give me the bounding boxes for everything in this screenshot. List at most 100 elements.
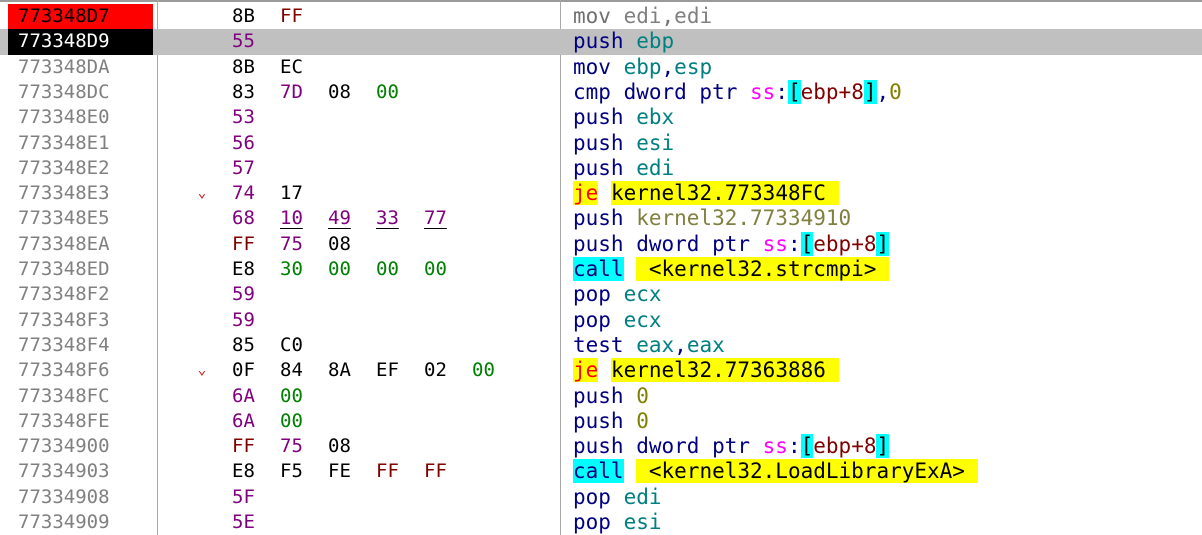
instruction-row[interactable]: 773348F6 ⌄ 0F 84 8A EF 02 00 je kernel32.7736388…	[0, 358, 1202, 383]
instruction-text[interactable]: push ebx	[573, 105, 674, 130]
instruction-text[interactable]: push esi	[573, 131, 674, 156]
opcode-byte: 75	[280, 435, 303, 458]
instruction-row[interactable]: 77334903 E8 F5 FE FF FF call <kernel32.LoadLib…	[0, 459, 1202, 484]
instruction-text[interactable]: je kernel32.77363886	[573, 358, 839, 383]
asm-token	[598, 181, 611, 205]
instruction-row[interactable]: 773348DA 8B EC mov ebp,esp	[0, 55, 1202, 80]
instruction-text[interactable]: mov ebp,esp	[573, 55, 712, 80]
instruction-address[interactable]: 773348ED	[8, 257, 153, 282]
instruction-text[interactable]: cmp dword ptr ss:[ebp+8],0	[573, 79, 902, 105]
instruction-row[interactable]: 773348D9 55 push ebp	[0, 29, 1202, 55]
instruction-text[interactable]: call <kernel32.strcmpi>	[573, 257, 890, 282]
instruction-address[interactable]: 77334909	[8, 510, 153, 535]
instruction-bytes: 5E	[232, 510, 280, 535]
instruction-address[interactable]: 773348F6	[8, 358, 153, 383]
instruction-row[interactable]: 773348E3 ⌄ 74 17 je kernel32.773348FC	[0, 181, 1202, 206]
instruction-text[interactable]: push kernel32.77334910	[573, 206, 851, 231]
asm-token: push	[573, 408, 637, 433]
opcode-byte: 77	[424, 207, 447, 230]
opcode-byte: EF	[376, 359, 399, 382]
asm-token: push	[573, 105, 637, 130]
instruction-row[interactable]: 773348FE 6A 00 push 0	[0, 409, 1202, 434]
asm-token: ]	[863, 79, 877, 104]
opcode-byte: 00	[376, 80, 399, 103]
opcode-byte: E8	[232, 460, 255, 483]
instruction-bytes: 59	[232, 308, 280, 333]
asm-token: 0	[889, 79, 902, 104]
instruction-row[interactable]: 77334909 5E pop esi	[0, 510, 1202, 535]
instruction-row[interactable]: 77334908 5F pop edi	[0, 485, 1202, 510]
instruction-address[interactable]: 773348FC	[8, 384, 153, 409]
instruction-address[interactable]: 773348E1	[8, 131, 153, 156]
instruction-address[interactable]: 77334908	[8, 485, 153, 510]
opcode-byte: EC	[280, 55, 303, 78]
asm-token: ebp	[636, 29, 675, 54]
instruction-address[interactable]: 773348F2	[8, 282, 153, 307]
instruction-text[interactable]: test eax,eax	[573, 333, 725, 358]
asm-token: mov	[573, 54, 624, 79]
instruction-row[interactable]: 773348F4 85 C0 test eax,eax	[0, 333, 1202, 358]
instruction-row[interactable]: 773348ED E8 30 00 00 00 call <kernel32.strcmpi…	[0, 257, 1202, 282]
instruction-address[interactable]: 773348DA	[8, 55, 153, 80]
instruction-text[interactable]: push dword ptr ss:[ebp+8]	[573, 434, 890, 459]
asm-token: ,	[661, 54, 675, 79]
opcode-byte: 0F	[232, 359, 255, 382]
instruction-address[interactable]: 773348E2	[8, 156, 153, 181]
instruction-text[interactable]: pop edi	[573, 485, 662, 510]
opcode-byte: FF	[424, 460, 447, 483]
instruction-address[interactable]: 773348F4	[8, 333, 153, 358]
instruction-text[interactable]: push 0	[573, 409, 649, 434]
opcode-byte: 7D	[280, 80, 303, 103]
asm-token: [	[800, 231, 814, 256]
instruction-address[interactable]: 773348DC	[8, 80, 153, 105]
instruction-address[interactable]: 773348F3	[8, 308, 153, 333]
opcode-byte: 74	[232, 182, 255, 205]
instruction-row[interactable]: 773348F2 59 pop ecx	[0, 282, 1202, 307]
instruction-address[interactable]: 773348EA	[8, 232, 153, 257]
instruction-address[interactable]: 773348E0	[8, 105, 153, 130]
instruction-row[interactable]: 773348E5 68 10 49 33 77 push kernel32.77334910	[0, 206, 1202, 231]
instruction-text[interactable]: push edi	[573, 156, 674, 181]
instruction-row[interactable]: 773348E2 57 push edi	[0, 156, 1202, 181]
instruction-address[interactable]: 773348FE	[8, 409, 153, 434]
asm-token: push	[573, 231, 637, 256]
asm-token: ,	[674, 332, 687, 357]
jump-arrow-icon[interactable]: ⌄	[194, 181, 210, 206]
instruction-row[interactable]: 773348D7 8B FF mov edi,edi	[0, 4, 1202, 30]
instruction-row[interactable]: 773348E0 53 push ebx	[0, 105, 1202, 130]
instruction-bytes: E8 30 00 00 00	[232, 257, 472, 282]
instruction-address[interactable]: 773348E5	[8, 206, 153, 231]
instruction-text[interactable]: pop ecx	[573, 282, 662, 307]
instruction-text[interactable]: mov edi,edi	[573, 4, 712, 29]
instruction-text[interactable]: je kernel32.773348FC	[573, 181, 839, 206]
instruction-bytes: 8B EC	[232, 55, 328, 80]
instruction-row[interactable]: 773348FC 6A 00 push 0	[0, 384, 1202, 409]
instruction-row[interactable]: 773348EA FF 75 08 push dword ptr ss:[ebp+8]	[0, 231, 1202, 257]
instruction-text[interactable]: push ebp	[573, 29, 674, 54]
instruction-text[interactable]: pop ecx	[573, 308, 662, 333]
instruction-row[interactable]: 773348E1 56 push esi	[0, 131, 1202, 156]
asm-token: mov	[573, 4, 624, 28]
instruction-address[interactable]: 773348D9	[8, 29, 153, 55]
opcode-byte: 00	[280, 384, 303, 407]
instruction-row[interactable]: 773348DC 83 7D 08 00 cmp dword ptr ss:[ebp+8]…	[0, 79, 1202, 105]
instruction-address[interactable]: 773348D7	[8, 4, 153, 30]
instruction-text[interactable]: push 0	[573, 384, 649, 409]
instruction-address[interactable]: 77334900	[8, 434, 153, 459]
instruction-row[interactable]: 77334900 FF 75 08 push dword ptr ss:[ebp+8]	[0, 434, 1202, 459]
instruction-row[interactable]: 773348F3 59 pop ecx	[0, 308, 1202, 333]
opcode-byte: C0	[280, 333, 303, 356]
opcode-byte: 85	[232, 333, 255, 356]
instruction-address[interactable]: 773348E3	[8, 181, 153, 206]
jump-arrow-icon[interactable]: ⌄	[194, 358, 210, 383]
instruction-text[interactable]: pop esi	[573, 510, 662, 535]
instruction-text[interactable]: push dword ptr ss:[ebp+8]	[573, 231, 890, 257]
disassembly-view[interactable]: 773348D7 8B FF mov edi,edi 773348D9 55 push eb…	[0, 0, 1202, 535]
asm-token: push	[573, 383, 637, 408]
asm-token: :	[787, 231, 801, 256]
instruction-text[interactable]: call <kernel32.LoadLibraryExA>	[573, 459, 978, 484]
opcode-byte: 00	[280, 409, 303, 432]
opcode-byte: 00	[376, 258, 399, 280]
instruction-address[interactable]: 77334903	[8, 459, 153, 484]
asm-token: push	[573, 206, 637, 231]
